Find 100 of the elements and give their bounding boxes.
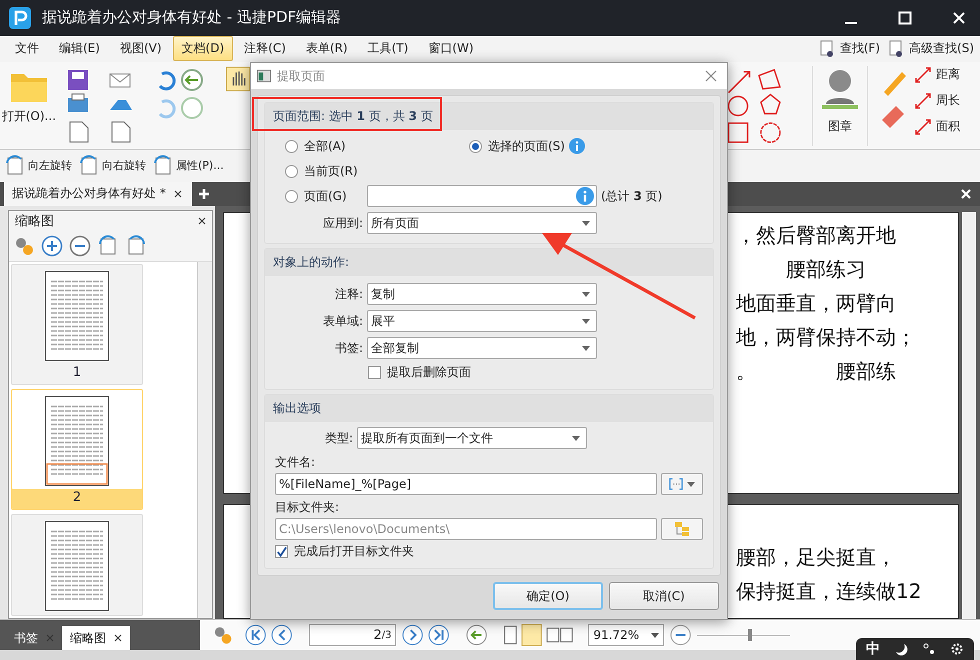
caret-icon [582,292,590,296]
measure-icon [914,92,932,110]
field-label: 类型: [324,430,353,446]
cancel-button[interactable]: 取消(C) [609,582,719,610]
document-text: 腰部，足尖挺直， [736,544,897,571]
caret-icon [572,436,580,440]
page-preview-icon [45,520,109,611]
input-mode-label[interactable]: 中 [866,640,880,658]
zoom-out-icon[interactable] [670,624,692,646]
menu-item[interactable]: 注释(C) [235,36,295,62]
caret-icon [582,346,590,350]
punctuation-icon[interactable] [922,642,936,656]
field-label: 书签: [334,340,363,356]
document-text: 保持挺直，连续做12 [736,578,922,605]
panel-title: 缩略图 [15,212,54,230]
app-logo-icon [8,6,32,30]
page-number: 1 [72,364,82,380]
open-button[interactable]: 打开(O)... [0,66,58,146]
measure-icon [914,118,932,136]
field-label: 目标文件夹: [275,499,340,516]
menu-item[interactable]: 视图(V) [110,36,171,62]
field-label: 表单域: [322,312,363,330]
measure-button[interactable]: 周长 [914,92,960,110]
stamp-button[interactable]: 图章 [812,66,868,146]
action-dropdown[interactable]: 展平 [367,310,597,332]
page-preview-icon [45,396,109,486]
menu-item[interactable]: 文档(D) [172,36,234,62]
caret-icon [582,318,590,324]
panel-tab[interactable]: 缩略图 [62,626,130,650]
close-icon[interactable] [114,634,122,642]
maximize-icon[interactable] [898,10,912,25]
toolbar-button[interactable]: 向左旋转 [4,154,72,177]
add-tab-icon[interactable] [198,188,210,200]
delete-after-extract-checkbox[interactable]: 提取后删除页面 [368,363,703,381]
page-range-field[interactable] [367,185,597,207]
zoom-out-icon[interactable] [69,234,91,257]
caret-icon [651,632,660,638]
filename-field[interactable]: %[FileName]_%[Page] [275,473,657,495]
insert-macro-button[interactable] [661,473,703,495]
close-icon[interactable] [198,216,206,225]
section-header: 页面范围: 选中 1 页，共 3 页 [265,103,713,130]
panel-tab[interactable]: 书签 [6,626,62,650]
page-thumbnail[interactable] [11,514,143,616]
radio-option[interactable]: 页面(G) [285,188,363,204]
menu-item[interactable]: 编辑(E) [50,36,109,62]
action-dropdown[interactable]: 全部复制 [367,337,597,359]
menu-item[interactable]: 表单(R) [296,36,357,62]
document-text: 。 [736,358,756,385]
page-total-text: (总计 3 页) [601,188,662,204]
info-icon[interactable] [568,138,585,154]
document-text: 地面垂直，两臂向 [736,290,897,317]
window-icon [257,69,271,83]
measure-button[interactable]: 面积 [914,118,960,136]
radio-option[interactable]: 当前页(R) [285,162,365,180]
document-text: 地，两臂保持不动； [736,324,917,351]
page-preview-icon [45,270,109,361]
window-title: 据说跪着办公对身体有好处 - 迅捷PDF编辑器 [42,8,342,28]
search-button[interactable]: 高级查找(S) [888,40,974,58]
caret-icon [582,220,590,226]
folder-path-field[interactable]: C:\Users\lenovo\Documents\ [275,518,657,540]
section-header: 对象上的动作: [265,249,713,276]
action-dropdown[interactable]: 复制 [367,283,597,305]
close-icon[interactable] [174,190,182,198]
dialog-title: 提取页面 [277,68,325,84]
measure-icon [914,66,932,84]
folder-tree-icon [674,521,690,537]
stamp-icon [820,68,860,112]
ok-button[interactable]: 确定(O) [493,582,603,610]
menu-item[interactable]: 文件 [6,36,48,62]
document-tab[interactable]: 据说跪着办公对身体有好处 * [4,182,192,206]
search-button[interactable]: 查找(F) [818,40,880,58]
document-text: 腰部练 [836,358,896,385]
menu-item[interactable]: 工具(T) [358,36,418,62]
moon-icon[interactable] [894,642,908,656]
zoom-dropdown[interactable]: 91.72% [588,624,664,646]
settings-icon[interactable] [950,642,964,656]
toolbar-button[interactable]: 属性(P)... [152,154,224,177]
measure-button[interactable]: 距离 [914,66,960,84]
page-thumbnail[interactable]: 1 [11,264,143,385]
document-text: 腰部练习 [785,256,867,283]
page-number-field[interactable]: 2/3 [309,624,396,646]
open-folder-checkbox[interactable]: 完成后打开目标文件夹 [275,542,703,560]
field-label: 应用到: [322,214,363,232]
scrollbar[interactable] [962,212,976,619]
page-number: 2 [72,490,82,505]
zoom-slider-thumb[interactable] [748,628,752,640]
radio-option[interactable]: 选择的页面(S) [469,138,565,154]
field-label: 文件名: [275,454,316,471]
scrollbar[interactable] [197,262,212,618]
info-icon [576,187,594,205]
caret-icon [687,482,695,486]
radio-option[interactable]: 全部(A) [285,138,365,154]
apply-to-dropdown[interactable]: 所有页面 [367,212,597,234]
zoom-in-icon[interactable] [41,234,63,257]
field-label: 注释: [334,286,363,302]
section-header: 输出选项 [265,395,713,422]
page-thumbnail[interactable]: 2 [11,388,143,510]
menu-item[interactable]: 窗口(W) [419,36,483,62]
toolbar-button[interactable]: 向右旋转 [78,154,146,177]
type-dropdown[interactable]: 提取所有页面到一个文件 [357,427,587,449]
